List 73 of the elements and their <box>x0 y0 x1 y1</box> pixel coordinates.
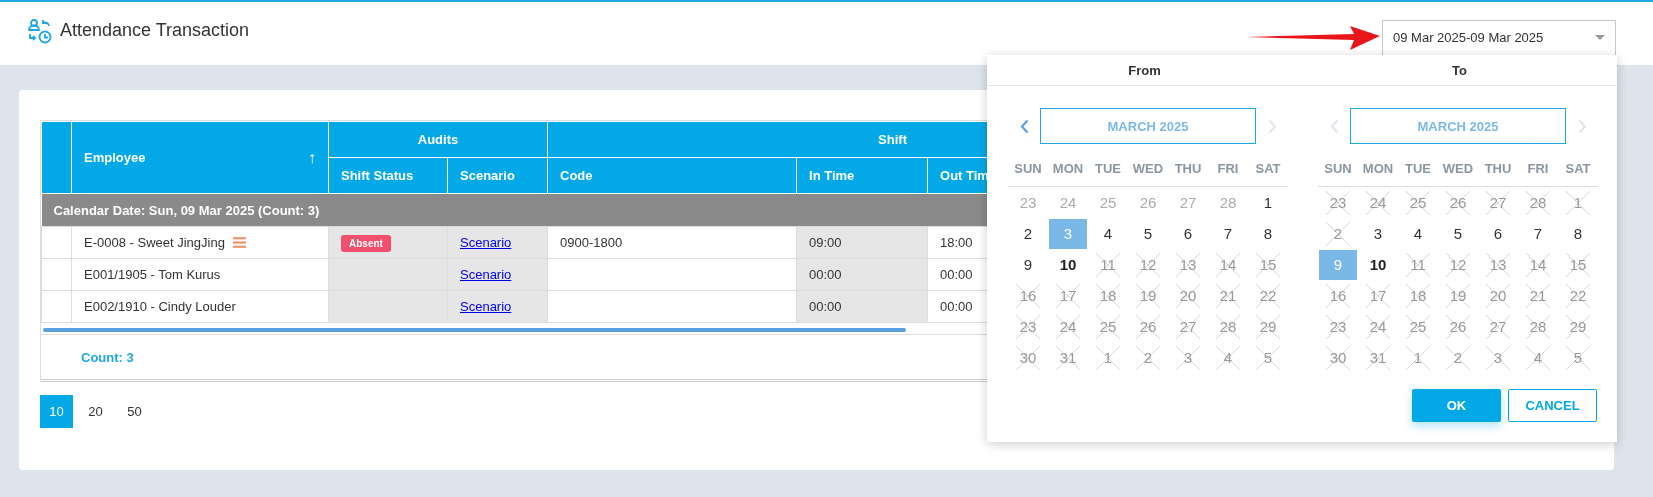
calendar-day[interactable]: 10 <box>1049 249 1087 280</box>
calendar-day[interactable]: 9 <box>1319 249 1357 280</box>
weekday-label: SUN <box>1324 161 1352 176</box>
table-cell: 00:00 <box>809 299 842 314</box>
menu-icon[interactable] <box>232 237 246 248</box>
month-selector[interactable]: MARCH 2025 <box>1350 108 1566 144</box>
caret-icon <box>1595 34 1605 41</box>
group-header: Audits <box>417 132 459 147</box>
weekday-label: TUE <box>1095 161 1121 176</box>
calendar-day[interactable]: 6 <box>1169 218 1207 249</box>
weekday-label: TUE <box>1405 161 1431 176</box>
calendar-day[interactable]: 3 <box>1049 218 1087 249</box>
calendar-day[interactable]: 6 <box>1479 218 1517 249</box>
month-selector[interactable]: MARCH 2025 <box>1040 108 1256 144</box>
status-badge: Absent <box>341 235 391 252</box>
table-cell: 18:00 <box>940 235 973 250</box>
table-cell: 09:00 <box>809 235 842 250</box>
weekday-label: MON <box>1362 161 1394 176</box>
page-size-button[interactable]: 20 <box>79 395 112 428</box>
weekday-label: SAT <box>1255 161 1281 176</box>
table-cell: 00:00 <box>809 267 842 282</box>
calendar-day[interactable]: 3 <box>1359 218 1397 249</box>
calendar-heading: To <box>1451 62 1468 78</box>
calendar-day[interactable]: 23 <box>1009 187 1047 218</box>
calendar-day[interactable]: 8 <box>1249 218 1287 249</box>
calendar-day[interactable]: 4 <box>1399 218 1437 249</box>
calendar-day[interactable]: 5 <box>1129 218 1167 249</box>
group-row: Calendar Date: Sun, 09 Mar 2025 (Count: 3) <box>53 202 320 218</box>
page-title: Attendance Transaction <box>60 20 250 41</box>
ok-button[interactable]: OK <box>1412 389 1501 422</box>
table-cell: 00:00 <box>940 267 973 282</box>
column-header[interactable]: Employee ↑ <box>71 121 329 194</box>
weekday-label: THU <box>1484 161 1512 176</box>
column-header[interactable]: Code <box>560 168 593 183</box>
calendar-heading: From <box>1127 62 1162 78</box>
calendar-day[interactable]: 1 <box>1249 187 1287 218</box>
calendar-day[interactable]: 5 <box>1439 218 1477 249</box>
table-cell: 00:00 <box>940 299 973 314</box>
column-header[interactable]: In Time <box>809 168 855 183</box>
employee-name: E-0008 - Sweet JingJing <box>84 235 225 250</box>
page-size-button[interactable]: 50 <box>118 395 151 428</box>
calendar-day[interactable]: 2 <box>1009 218 1047 249</box>
cancel-button[interactable]: CANCEL <box>1508 389 1597 422</box>
chevron-left-icon[interactable] <box>1019 118 1029 134</box>
weekday-label: SAT <box>1565 161 1591 176</box>
row-count: Count: 3 <box>81 349 134 365</box>
sort-arrow[interactable]: ↑ <box>308 148 316 167</box>
calendar-day[interactable]: 7 <box>1519 218 1557 249</box>
page-size-button[interactable]: 10 <box>40 395 73 428</box>
weekday-label: THU <box>1174 161 1202 176</box>
scrollbar[interactable] <box>43 328 906 332</box>
calendar-day[interactable]: 28 <box>1209 187 1247 218</box>
weekday-label: FRI <box>1217 161 1239 176</box>
calendar-day[interactable]: 4 <box>1089 218 1127 249</box>
group-header: Shift <box>878 132 907 147</box>
weekday-label: FRI <box>1527 161 1549 176</box>
date-range-field[interactable]: 09 Mar 2025-09 Mar 2025 <box>1382 19 1616 56</box>
weekday-label: WED <box>1442 161 1474 176</box>
calendar-day[interactable]: 26 <box>1129 187 1167 218</box>
calendar-day[interactable]: 10 <box>1359 249 1397 280</box>
calendar-day[interactable]: 25 <box>1089 187 1127 218</box>
calendar-day[interactable]: 7 <box>1209 218 1247 249</box>
employee-name: E001/1905 - Tom Kurus <box>84 267 221 282</box>
weekday-label: MON <box>1052 161 1084 176</box>
weekday-label: WED <box>1132 161 1164 176</box>
employee-name: E002/1910 - Cindy Louder <box>84 299 236 314</box>
calendar-day[interactable]: 9 <box>1009 249 1047 280</box>
weekday-label: SUN <box>1014 161 1042 176</box>
person-clock-icon <box>27 17 53 44</box>
calendar-day[interactable]: 24 <box>1049 187 1087 218</box>
table-cell: 0900-1800 <box>560 235 623 250</box>
calendar-day[interactable]: 27 <box>1169 187 1207 218</box>
calendar-day[interactable]: 8 <box>1559 218 1597 249</box>
